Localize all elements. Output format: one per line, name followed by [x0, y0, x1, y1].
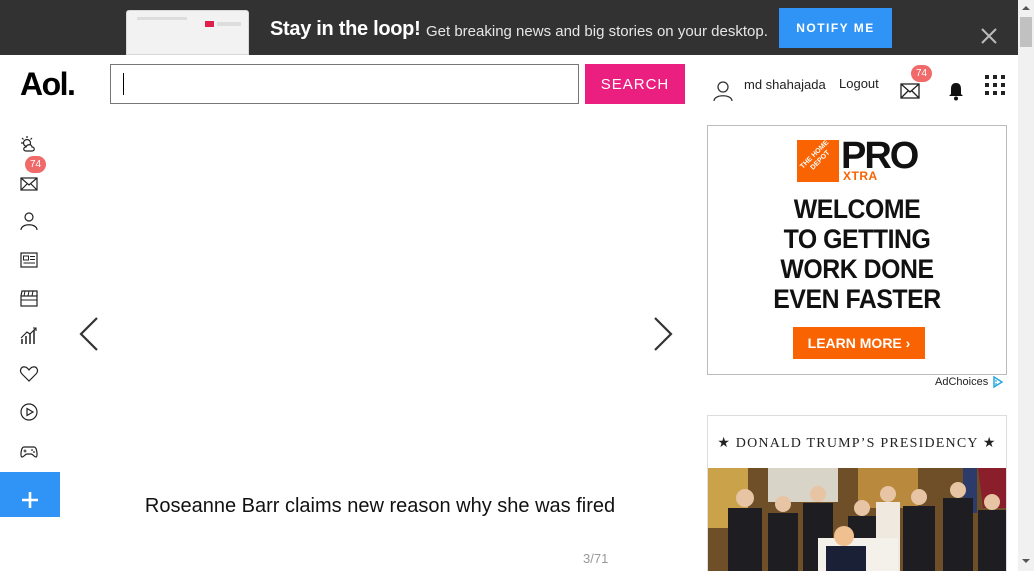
ad-headline: WELCOME TO GETTING WORK DONE EVEN FASTER: [773, 194, 941, 314]
user-icon[interactable]: [712, 80, 734, 102]
adchoices-icon[interactable]: [991, 376, 1003, 388]
sidebar-mail-badge: 74: [25, 156, 46, 173]
scroll-up-icon[interactable]: [1018, 0, 1034, 16]
weather-icon[interactable]: [19, 135, 39, 155]
scroll-down-icon[interactable]: [1018, 553, 1034, 569]
notify-me-button[interactable]: NOTIFY ME: [779, 8, 892, 48]
desktop-notification-illustration: [126, 10, 249, 55]
video-icon[interactable]: [19, 402, 39, 422]
mail-count-badge: 74: [911, 65, 932, 82]
learn-more-button[interactable]: LEARN MORE ›: [793, 327, 925, 359]
mail-icon[interactable]: [900, 82, 920, 100]
next-slide-arrow-icon[interactable]: [652, 316, 674, 352]
games-icon[interactable]: [19, 442, 39, 462]
home-depot-logo: THE HOME DEPOT: [797, 139, 839, 182]
bell-icon[interactable]: [947, 81, 965, 101]
aol-logo[interactable]: Aol.: [20, 66, 76, 103]
slide-counter: 3/71: [583, 551, 609, 566]
card-title: ★ DONALD TRUMP’S PRESIDENCY ★: [717, 436, 997, 451]
lifestyle-icon[interactable]: [19, 364, 39, 384]
scrollbar[interactable]: [1018, 0, 1034, 571]
logout-link[interactable]: Logout: [839, 76, 879, 91]
plus-icon: [22, 492, 38, 508]
notification-banner: Stay in the loop! Get breaking news and …: [0, 0, 1018, 55]
ad-xtra-text: XTRA: [843, 169, 878, 183]
search-button[interactable]: SEARCH: [585, 64, 685, 104]
previous-slide-arrow-icon[interactable]: [78, 316, 100, 352]
user-icon[interactable]: [19, 211, 39, 231]
scroll-thumb[interactable]: [1020, 17, 1032, 47]
username[interactable]: md shahajada: [744, 77, 826, 92]
add-button[interactable]: [0, 472, 60, 517]
banner-subtitle: Get breaking news and big stories on you…: [426, 23, 768, 40]
news-icon[interactable]: [19, 250, 39, 270]
slide-caption[interactable]: Roseanne Barr claims new reason why she …: [100, 495, 660, 518]
apps-grid-icon[interactable]: [985, 75, 1005, 95]
home-depot-ad[interactable]: THE HOME DEPOT PRO XTRA WELCOME TO GETTI…: [707, 125, 1007, 375]
entertainment-icon[interactable]: [19, 288, 39, 308]
aol-homepage: Stay in the loop! Get breaking news and …: [0, 0, 1034, 571]
close-icon[interactable]: [978, 25, 1000, 47]
text-caret: [123, 73, 124, 95]
banner-title: Stay in the loop!: [270, 18, 421, 40]
trump-presidency-card[interactable]: ★ DONALD TRUMP’S PRESIDENCY ★: [707, 415, 1007, 571]
search-input[interactable]: [110, 64, 579, 104]
mail-icon[interactable]: [19, 174, 39, 194]
adchoices-link[interactable]: AdChoices: [935, 376, 988, 388]
card-image: [708, 468, 1006, 571]
finance-icon[interactable]: [19, 326, 39, 346]
